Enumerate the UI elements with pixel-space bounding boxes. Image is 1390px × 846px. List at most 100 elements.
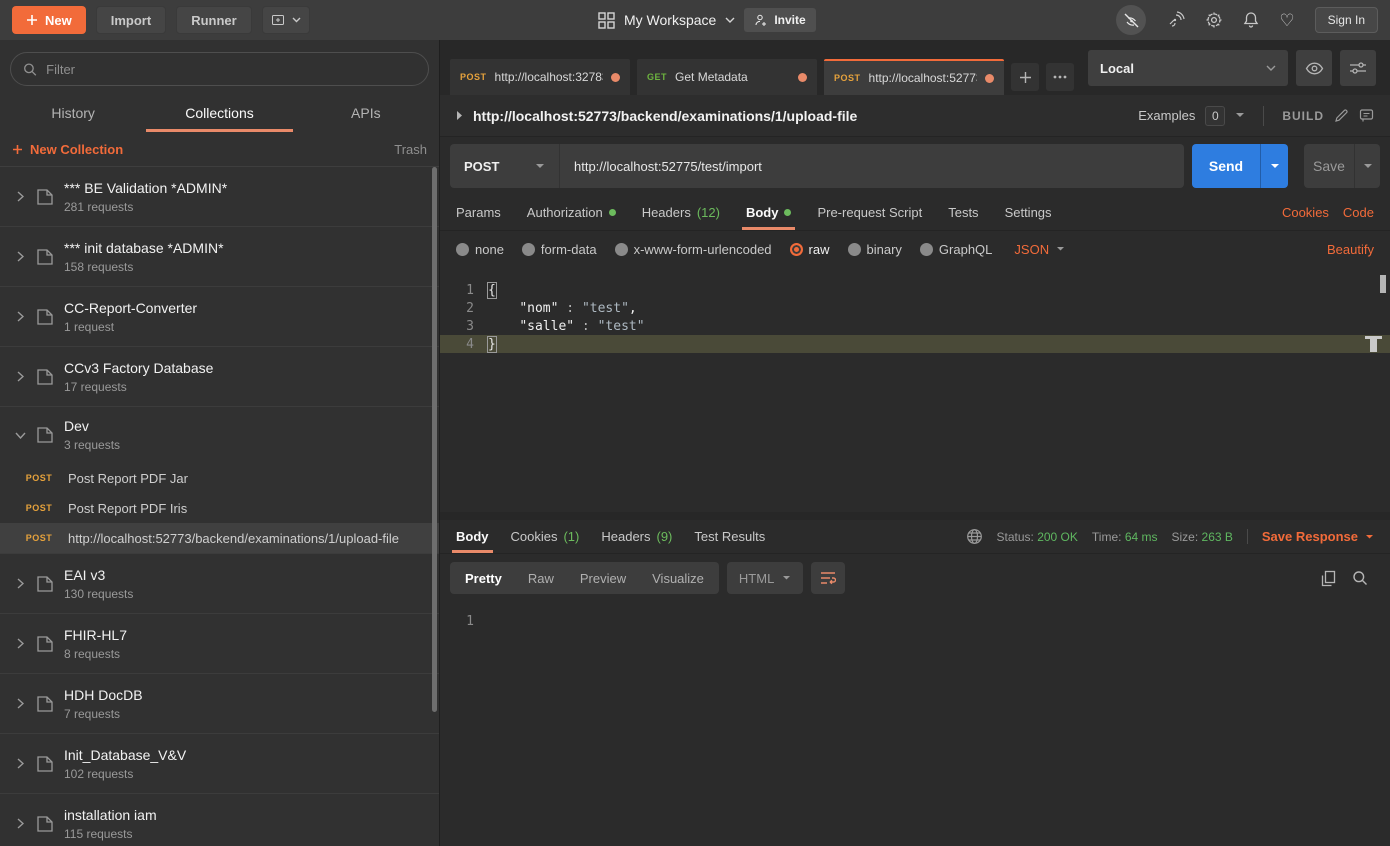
collapse-caret-icon[interactable] bbox=[456, 110, 463, 121]
chevron-right-icon[interactable] bbox=[10, 638, 30, 649]
beautify-link[interactable]: Beautify bbox=[1327, 242, 1374, 257]
chevron-right-icon[interactable] bbox=[10, 698, 30, 709]
tab-headers[interactable]: Headers(12) bbox=[642, 195, 720, 230]
chevron-right-icon[interactable] bbox=[10, 818, 30, 829]
response-tab-body[interactable]: Body bbox=[456, 520, 489, 553]
response-tab-cookies[interactable]: Cookies(1) bbox=[511, 520, 580, 553]
view-preview[interactable]: Preview bbox=[567, 562, 639, 594]
comments-icon[interactable] bbox=[1359, 108, 1374, 123]
sync-signal-icon[interactable] bbox=[1166, 11, 1185, 29]
trash-button[interactable]: Trash bbox=[394, 142, 427, 157]
workspace-tab[interactable]: GET Get Metadata bbox=[637, 59, 817, 95]
globe-icon[interactable] bbox=[966, 528, 983, 545]
mode-none[interactable]: none bbox=[456, 242, 504, 257]
collection-item[interactable]: FHIR-HL78 requests bbox=[0, 614, 439, 674]
environment-select[interactable]: Local bbox=[1088, 50, 1288, 86]
filter-input[interactable] bbox=[46, 62, 416, 77]
chevron-down-icon bbox=[782, 575, 791, 581]
chevron-right-icon[interactable] bbox=[10, 758, 30, 769]
workspace-tab[interactable]: POST http://localhost:32783/... bbox=[450, 59, 630, 95]
mode-urlencoded[interactable]: x-www-form-urlencoded bbox=[615, 242, 772, 257]
mode-raw[interactable]: raw bbox=[790, 242, 830, 257]
mode-form-data[interactable]: form-data bbox=[522, 242, 597, 257]
copy-icon[interactable] bbox=[1321, 570, 1336, 587]
invite-button[interactable]: Invite bbox=[744, 8, 815, 32]
response-tab-test-results[interactable]: Test Results bbox=[694, 520, 765, 553]
response-format-select[interactable]: HTML bbox=[727, 562, 803, 594]
collection-item[interactable]: installation iam115 requests bbox=[0, 794, 439, 846]
collection-item-dev[interactable]: Dev3 requests bbox=[0, 407, 439, 463]
notifications-bell-icon[interactable] bbox=[1243, 11, 1259, 29]
new-window-button[interactable] bbox=[262, 6, 310, 34]
heart-icon[interactable]: ♡ bbox=[1279, 12, 1294, 29]
send-button[interactable]: Send bbox=[1192, 144, 1260, 188]
tab-apis[interactable]: APIs bbox=[293, 94, 439, 132]
view-visualize[interactable]: Visualize bbox=[639, 562, 717, 594]
chevron-down-icon[interactable] bbox=[725, 17, 735, 24]
collection-item[interactable]: CCv3 Factory Database17 requests bbox=[0, 347, 439, 407]
save-response-button[interactable]: Save Response bbox=[1247, 529, 1374, 544]
search-icon[interactable] bbox=[1352, 570, 1368, 586]
wrap-lines-button[interactable] bbox=[811, 562, 845, 594]
code-link[interactable]: Code bbox=[1343, 205, 1374, 220]
environment-settings-button[interactable] bbox=[1340, 50, 1376, 86]
mode-graphql[interactable]: GraphQL bbox=[920, 242, 992, 257]
language-select[interactable]: JSON bbox=[1014, 242, 1065, 257]
save-button[interactable]: Save bbox=[1304, 144, 1354, 188]
collection-item[interactable]: *** BE Validation *ADMIN*281 requests bbox=[0, 167, 439, 227]
send-options-button[interactable] bbox=[1260, 144, 1288, 188]
chevron-down-icon[interactable] bbox=[1235, 112, 1245, 119]
tab-options-button[interactable] bbox=[1046, 63, 1074, 91]
chevron-down-icon[interactable] bbox=[10, 432, 30, 439]
collection-item[interactable]: Init_Database_V&V102 requests bbox=[0, 734, 439, 794]
mode-binary[interactable]: binary bbox=[848, 242, 902, 257]
response-body-editor[interactable]: 1 bbox=[440, 602, 1390, 846]
new-tab-button[interactable] bbox=[1011, 63, 1039, 91]
new-button[interactable]: New bbox=[12, 6, 86, 34]
request-item[interactable]: POST Post Report PDF Jar bbox=[0, 463, 439, 493]
view-pretty[interactable]: Pretty bbox=[452, 562, 515, 594]
tab-collections[interactable]: Collections bbox=[146, 94, 292, 132]
workspace-grid-icon[interactable] bbox=[598, 12, 615, 29]
tab-params[interactable]: Params bbox=[456, 195, 501, 230]
editor-scrollbar[interactable] bbox=[1380, 275, 1386, 293]
edit-pencil-icon[interactable] bbox=[1334, 108, 1349, 123]
sidebar-scrollbar[interactable] bbox=[432, 167, 437, 712]
workspace-tab-active[interactable]: POST http://localhost:52773/... bbox=[824, 59, 1004, 95]
chevron-right-icon[interactable] bbox=[10, 371, 30, 382]
collection-item[interactable]: *** init database *ADMIN*158 requests bbox=[0, 227, 439, 287]
save-options-button[interactable] bbox=[1354, 144, 1380, 188]
workspace-selector[interactable]: My Workspace bbox=[624, 12, 716, 28]
chevron-right-icon[interactable] bbox=[10, 578, 30, 589]
tab-body[interactable]: Body bbox=[746, 195, 792, 230]
tab-history[interactable]: History bbox=[0, 94, 146, 132]
url-input[interactable] bbox=[560, 159, 1184, 174]
tab-tests[interactable]: Tests bbox=[948, 195, 978, 230]
examples-label[interactable]: Examples bbox=[1138, 108, 1195, 123]
radio-icon bbox=[615, 243, 628, 256]
sign-in-button[interactable]: Sign In bbox=[1315, 7, 1378, 33]
chevron-right-icon[interactable] bbox=[10, 311, 30, 322]
request-body-editor[interactable]: 1 { 2 "nom" : "test", 3 "salle" : "test"… bbox=[440, 267, 1390, 520]
new-collection-button[interactable]: New Collection bbox=[12, 142, 123, 157]
chevron-right-icon[interactable] bbox=[10, 251, 30, 262]
request-item-selected[interactable]: POST http://localhost:52773/backend/exam… bbox=[0, 523, 439, 553]
response-tab-headers[interactable]: Headers(9) bbox=[601, 520, 672, 553]
collection-item[interactable]: HDH DocDB7 requests bbox=[0, 674, 439, 734]
build-label[interactable]: BUILD bbox=[1282, 109, 1324, 123]
runner-button[interactable]: Runner bbox=[176, 6, 252, 34]
import-button[interactable]: Import bbox=[96, 6, 166, 34]
environment-preview-button[interactable] bbox=[1296, 50, 1332, 86]
method-select[interactable]: POST bbox=[450, 144, 560, 188]
tab-prerequest-script[interactable]: Pre-request Script bbox=[817, 195, 922, 230]
tab-settings[interactable]: Settings bbox=[1005, 195, 1052, 230]
tab-authorization[interactable]: Authorization bbox=[527, 195, 616, 230]
offline-status-button[interactable] bbox=[1116, 5, 1146, 35]
collection-item[interactable]: CC-Report-Converter1 request bbox=[0, 287, 439, 347]
request-item[interactable]: POST Post Report PDF Iris bbox=[0, 493, 439, 523]
chevron-right-icon[interactable] bbox=[10, 191, 30, 202]
collection-item[interactable]: EAI v3130 requests bbox=[0, 554, 439, 614]
view-raw[interactable]: Raw bbox=[515, 562, 567, 594]
settings-gear-icon[interactable] bbox=[1205, 11, 1223, 29]
cookies-link[interactable]: Cookies bbox=[1282, 205, 1329, 220]
